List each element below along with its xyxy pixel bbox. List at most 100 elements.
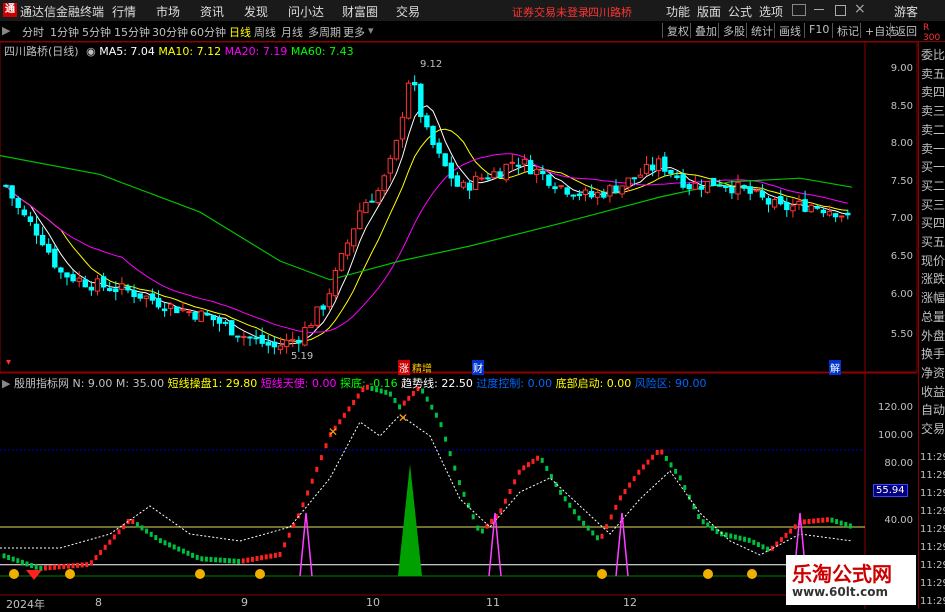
period-monthly[interactable]: 月线 (281, 24, 303, 40)
menu-ask[interactable]: 问小达 (288, 3, 324, 20)
side-panel-item[interactable]: 卖三 (921, 102, 945, 119)
multi-stock-button[interactable]: 多股 (718, 23, 745, 38)
candle-body (454, 175, 461, 187)
chevron-down-icon[interactable]: ▾ (368, 24, 374, 37)
adjust-button[interactable]: 复权 (662, 23, 689, 38)
side-panel-item[interactable]: 卖一 (921, 140, 945, 157)
indicator-dot (623, 489, 627, 494)
indicator-dot (227, 558, 231, 564)
side-panel-item[interactable]: 自动 (921, 401, 945, 418)
side-panel-item[interactable]: 买四 (921, 214, 945, 231)
marker-placement[interactable]: 精增 (412, 360, 432, 375)
side-panel-item[interactable]: 涨跌 (921, 270, 945, 287)
indicator-expand-icon[interactable]: ▶ (2, 377, 10, 390)
ma-legend-3: MA60: 7.43 (287, 45, 354, 58)
indicator-dot (117, 529, 121, 535)
login-status[interactable]: 证券交易未登录 (512, 4, 589, 20)
indicator-dot (549, 473, 553, 479)
expand-icon[interactable]: ▶ (2, 24, 10, 37)
overlay-button[interactable]: 叠加 (690, 23, 717, 38)
period-60min[interactable]: 60分钟 (190, 24, 226, 40)
price-tick: 9.00 (890, 63, 913, 74)
trend-line (0, 414, 853, 556)
settings-icon[interactable]: ◉ (86, 45, 96, 58)
menu-discover[interactable]: 发现 (244, 3, 268, 20)
side-panel-item[interactable]: 收益 (921, 383, 945, 400)
indicator-dot (825, 517, 829, 523)
candle-body (485, 177, 491, 180)
bottom-signal-icon (747, 569, 757, 579)
candle-body (21, 209, 28, 216)
indicator-dot (264, 554, 268, 560)
candle-body (521, 158, 528, 165)
menu-news[interactable]: 资讯 (200, 3, 224, 20)
indicator-dot (848, 523, 852, 529)
period-intraday[interactable]: 分时 (22, 24, 44, 40)
side-panel-item[interactable]: 外盘 (921, 327, 945, 344)
period-30min[interactable]: 30分钟 (152, 24, 188, 40)
side-panel-item[interactable]: 总量 (921, 308, 945, 325)
maximize-icon[interactable] (835, 5, 846, 16)
side-panel-item[interactable]: 现价 (921, 252, 945, 269)
menu-wealth[interactable]: 财富圈 (342, 3, 378, 20)
f10-button[interactable]: F10 (804, 23, 829, 38)
close-icon[interactable]: × (854, 1, 866, 17)
menu-options[interactable]: 选项 (759, 3, 783, 20)
indicator-dot (706, 522, 710, 528)
stock-name-label: 四川路桥(日线) (4, 45, 79, 58)
mark-button[interactable]: 标记 (832, 23, 859, 38)
marker-up[interactable]: 涨 (398, 360, 410, 375)
period-multi[interactable]: 多周期 (308, 24, 341, 40)
trade-time: 11:29 (920, 470, 945, 481)
trade-time: 11:29 (920, 560, 945, 571)
period-daily[interactable]: 日线 (229, 24, 251, 40)
stats-button[interactable]: 统计 (746, 23, 773, 38)
menu-market[interactable]: 市场 (156, 3, 180, 20)
menu-formula[interactable]: 公式 (728, 3, 752, 20)
trade-time: 11:29 (920, 542, 945, 553)
indicator-dot (278, 552, 282, 557)
menu-function[interactable]: 功能 (666, 3, 690, 20)
candle-body (222, 321, 229, 324)
menu-layout[interactable]: 版面 (697, 3, 721, 20)
menu-quotes[interactable]: 行情 (112, 3, 136, 20)
chart-area[interactable]: ✕✕ (0, 42, 918, 609)
side-panel-item[interactable]: 交易 (921, 420, 945, 437)
side-panel-item[interactable]: 委比 (921, 46, 945, 63)
side-panel-item[interactable]: 买一 (921, 158, 945, 175)
period-5min[interactable]: 5分钟 (82, 24, 111, 40)
indicator-dot (324, 443, 328, 449)
period-weekly[interactable]: 周线 (254, 24, 276, 40)
indicator-dot (273, 552, 277, 558)
side-panel-item[interactable]: 涨幅 (921, 289, 945, 306)
indicator-dot (614, 504, 618, 510)
window-icon[interactable] (792, 4, 806, 16)
period-more[interactable]: 更多 (343, 24, 365, 40)
minimize-icon[interactable] (814, 9, 824, 10)
indicator-dot (669, 462, 673, 468)
draw-button[interactable]: 画线 (774, 23, 801, 38)
candle-body (656, 158, 662, 172)
marker-unlock[interactable]: 解 (829, 360, 841, 375)
side-panel-item[interactable]: 净资 (921, 364, 945, 381)
candle-body (332, 270, 339, 297)
indicator-dot (628, 482, 632, 488)
side-panel-item[interactable]: 卖五 (921, 65, 945, 82)
x-label-nov: 11 (486, 596, 500, 609)
watermark-url: www.60lt.com (792, 585, 889, 599)
side-panel-item[interactable]: 买五 (921, 233, 945, 250)
side-panel-item[interactable]: 买二 (921, 177, 945, 194)
marker-finance[interactable]: 财 (472, 360, 484, 375)
period-1min[interactable]: 1分钟 (50, 24, 79, 40)
side-panel-item[interactable]: 换手 (921, 345, 945, 362)
back-button[interactable]: 返回 (890, 23, 917, 38)
side-panel-item[interactable]: 买三 (921, 196, 945, 213)
indicator-dot (453, 465, 457, 471)
guest-button[interactable]: 游客 (894, 3, 918, 20)
side-panel-item[interactable]: 卖四 (921, 83, 945, 100)
menu-trade[interactable]: 交易 (396, 3, 420, 20)
candle-body (161, 308, 168, 312)
indicator-dot (471, 514, 475, 520)
side-panel-item[interactable]: 卖二 (921, 121, 945, 138)
period-15min[interactable]: 15分钟 (114, 24, 150, 40)
